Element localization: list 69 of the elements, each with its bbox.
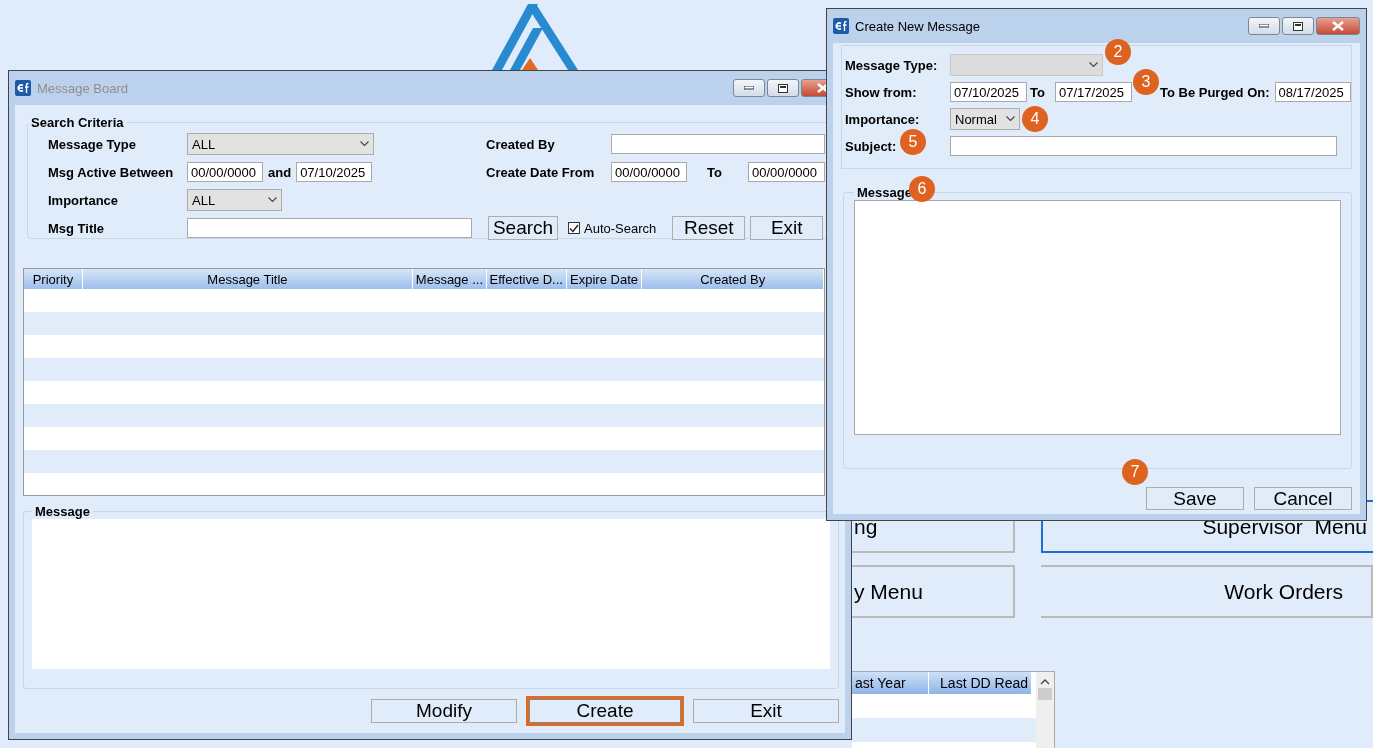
field-label: To <box>1030 84 1046 100</box>
field-label: Create Date From <box>486 164 595 180</box>
maximize-button[interactable] <box>767 79 799 97</box>
column-header[interactable]: Message Title <box>82 269 414 289</box>
importance-dropdown[interactable]: Normal <box>950 108 1020 130</box>
column-header[interactable]: Created By <box>642 269 824 289</box>
maximize-icon <box>1293 21 1303 31</box>
title-field[interactable] <box>187 218 472 238</box>
scrollbar[interactable] <box>1036 672 1054 748</box>
menu-button[interactable]: y Menu <box>852 565 1015 618</box>
field-label: To Be Purged On: <box>1160 84 1270 100</box>
field-label: and <box>268 164 292 180</box>
column-header[interactable]: ast Year <box>852 672 929 694</box>
field-label: To <box>707 164 722 180</box>
scroll-up-icon <box>1040 678 1050 685</box>
action-button[interactable]: Exit <box>693 699 839 723</box>
close-icon <box>1332 21 1344 31</box>
column-header[interactable]: Priority <box>24 269 83 289</box>
app-icon <box>15 80 31 96</box>
field-label: Importance: <box>845 111 920 127</box>
column-header[interactable]: Effective D... <box>486 269 567 289</box>
group-title: Search Criteria <box>30 115 125 130</box>
date-field[interactable]: 07/10/2025 <box>296 162 373 182</box>
subject-field[interactable] <box>950 136 1337 156</box>
field-label: Subject: <box>845 138 897 154</box>
action-button[interactable]: Modify <box>371 699 517 723</box>
date-field[interactable]: 00/00/0000 <box>611 162 687 182</box>
date-field[interactable]: 07/17/2025 <box>1055 82 1132 102</box>
message-type-dropdown[interactable]: ALL <box>187 133 374 155</box>
field-label: Importance <box>48 192 119 208</box>
field-label: Msg Title <box>48 220 105 236</box>
minimize-icon <box>1259 24 1269 28</box>
maximize-icon <box>778 83 788 93</box>
checkbox-label: Auto-Search <box>584 220 657 236</box>
caret-icon <box>360 141 369 147</box>
date-field[interactable]: 07/10/2025 <box>950 82 1027 102</box>
dialog-button[interactable]: Cancel <box>1254 487 1352 510</box>
field-label: Msg Active Between <box>48 164 174 180</box>
caret-icon <box>1006 116 1015 122</box>
field-label: Message Type: <box>845 57 938 73</box>
date-field[interactable]: 00/00/0000 <box>748 162 825 182</box>
minimize-icon <box>744 86 754 90</box>
caret-icon <box>268 197 277 203</box>
window-title: Message Board <box>37 80 130 96</box>
menu-button[interactable]: Work Orders <box>1041 565 1373 618</box>
importance-dropdown[interactable]: ALL <box>187 189 282 211</box>
created-by-field[interactable] <box>611 134 825 154</box>
scroll-thumb[interactable] <box>1038 688 1052 700</box>
exit-button[interactable]: Exit <box>750 216 824 240</box>
app-icon <box>833 18 849 34</box>
column-header[interactable]: Message ... <box>413 269 487 289</box>
column-header[interactable]: Expire Date <box>566 269 643 289</box>
maximize-button[interactable] <box>1282 17 1314 35</box>
checkbox[interactable] <box>568 222 580 234</box>
field-label: Show from: <box>845 84 917 100</box>
group-title: Message <box>34 504 91 519</box>
reset-button[interactable]: Reset <box>672 216 746 240</box>
dialog-title: Create New Message <box>855 18 981 34</box>
caret-icon <box>1089 62 1098 68</box>
field-label: Created By <box>486 136 555 152</box>
close-button[interactable] <box>1316 17 1360 35</box>
close-icon <box>817 83 829 93</box>
date-field[interactable]: 00/00/0000 <box>187 162 263 182</box>
action-button[interactable]: Create <box>529 699 681 723</box>
dialog-button[interactable]: Save <box>1146 487 1244 510</box>
date-field[interactable]: 08/17/2025 <box>1274 82 1351 102</box>
field-label: Message Type <box>48 136 136 152</box>
search-button[interactable]: Search <box>488 216 558 240</box>
column-header[interactable]: Last DD Read <box>929 672 1032 694</box>
